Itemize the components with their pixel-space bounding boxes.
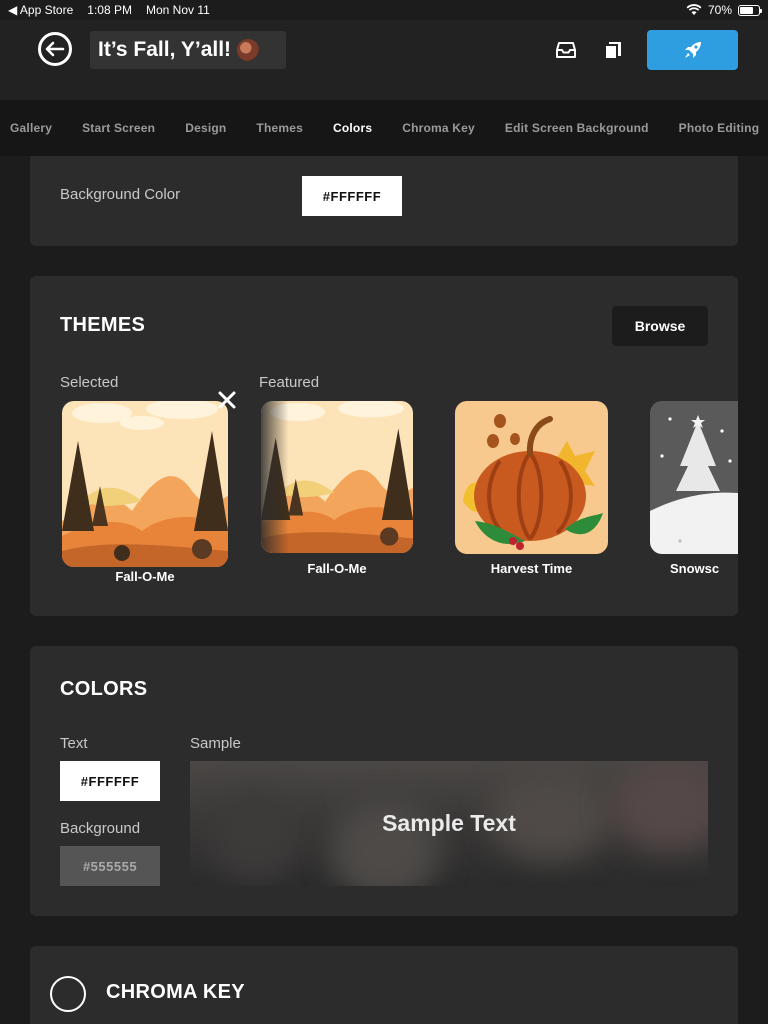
inbox-button[interactable]: [555, 39, 577, 61]
rocket-icon: [684, 42, 701, 58]
featured-theme-fall-o-me[interactable]: [261, 401, 413, 553]
selected-theme-name: Fall-O-Me: [115, 569, 175, 584]
event-title-field[interactable]: It’s Fall, Y’all!: [90, 31, 286, 69]
featured-theme-snowscape[interactable]: [650, 401, 738, 554]
text-color-label: Text: [60, 735, 88, 752]
remove-selected-theme-button[interactable]: [216, 389, 238, 411]
text-color-value: #FFFFFF: [80, 773, 140, 789]
sample-preview: Sample Text: [190, 761, 708, 886]
sample-label: Sample: [190, 735, 241, 752]
tab-edit-screen-background[interactable]: Edit Screen Background: [490, 121, 664, 135]
launch-button[interactable]: [647, 30, 738, 70]
turkey-emoji-icon: [237, 39, 260, 61]
themes-card: THEMES Browse Selected Featured Fall-O-M…: [30, 276, 738, 616]
snow-tree-image: [650, 401, 738, 554]
featured-theme-harvest-time[interactable]: [455, 401, 608, 554]
copy-icon: [604, 42, 621, 60]
battery-fill: [740, 6, 753, 14]
arrow-left-icon: [45, 41, 65, 57]
battery-icon: [738, 4, 762, 16]
colors-title: COLORS: [60, 678, 148, 700]
copy-button[interactable]: [602, 39, 624, 61]
featured-label: Featured: [259, 374, 320, 391]
top-bar: It’s Fall, Y’all!: [0, 20, 768, 100]
featured-theme-name: Snowsc: [670, 561, 720, 576]
background-color-value: #FFFFFF: [322, 188, 382, 204]
background-color-value: #555555: [82, 858, 138, 874]
background-color-card: Background Color #FFFFFF: [30, 156, 738, 246]
browse-button[interactable]: Browse: [612, 306, 708, 346]
themes-title: THEMES: [60, 314, 146, 336]
tab-design[interactable]: Design: [170, 121, 241, 135]
chroma-key-card: CHROMA KEY: [30, 946, 738, 1024]
tab-gallery[interactable]: Gallery: [0, 121, 67, 135]
back-to-app-store[interactable]: ◀ App Store: [8, 3, 73, 17]
section-tabs: Gallery Start Screen Design Themes Color…: [0, 100, 768, 156]
background-color-swatch[interactable]: #555555: [60, 846, 160, 886]
colors-card: COLORS Text #FFFFFF Background #555555 S…: [30, 646, 738, 916]
background-color-label: Background: [60, 820, 141, 837]
battery-percent: 70%: [707, 3, 732, 17]
pumpkin-image: [455, 401, 608, 554]
tab-photo-editing[interactable]: Photo Editing: [664, 121, 768, 135]
background-color-label: Background Color: [60, 186, 181, 203]
chroma-key-title: CHROMA KEY: [106, 981, 245, 1003]
status-time: 1:08 PM: [87, 3, 132, 17]
featured-theme-name: Fall-O-Me: [307, 561, 367, 576]
tab-themes[interactable]: Themes: [241, 121, 318, 135]
selected-theme-thumbnail[interactable]: [62, 401, 228, 567]
sample-text: Sample Text: [382, 810, 516, 836]
fall-landscape-image: [62, 401, 228, 567]
close-icon: [218, 391, 236, 409]
tab-chroma-key[interactable]: Chroma Key: [387, 121, 490, 135]
wifi-icon: [686, 4, 702, 15]
fall-landscape-image: [261, 401, 413, 553]
event-title: It’s Fall, Y’all!: [98, 38, 232, 61]
status-bar: ◀ App Store 1:08 PM Mon Nov 11 70%: [0, 0, 768, 20]
inbox-icon: [556, 42, 576, 58]
tab-start-screen[interactable]: Start Screen: [67, 121, 170, 135]
chroma-key-toggle[interactable]: [50, 976, 86, 1012]
background-color-swatch[interactable]: #FFFFFF: [302, 176, 402, 216]
tab-colors[interactable]: Colors: [318, 121, 387, 135]
back-button[interactable]: [38, 32, 72, 66]
status-date: Mon Nov 11: [145, 3, 210, 17]
browse-label: Browse: [634, 318, 686, 334]
text-color-swatch[interactable]: #FFFFFF: [60, 761, 160, 801]
selected-label: Selected: [60, 374, 119, 391]
featured-theme-name: Harvest Time: [490, 561, 573, 576]
